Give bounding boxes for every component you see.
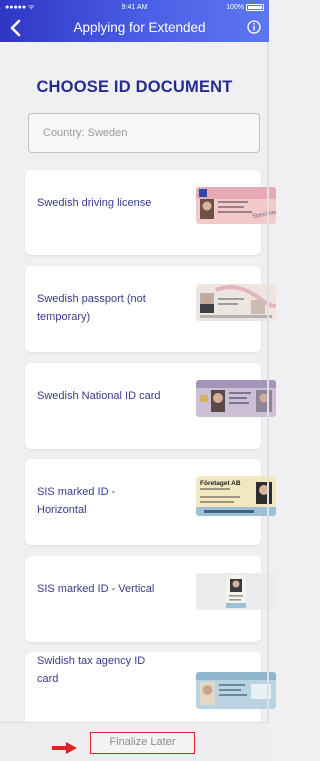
national-id-card-image xyxy=(196,380,276,417)
document-option-driving-license[interactable]: Swedish driving license Specimen xyxy=(25,170,276,255)
document-label: SIS marked ID - Horizontal xyxy=(37,486,116,516)
document-label: SIS marked ID - Vertical xyxy=(37,583,155,595)
document-label: Swedish passport (not temporary) xyxy=(37,293,146,323)
document-label: Swedish driving license xyxy=(37,197,152,209)
battery-indicator: 100% xyxy=(226,2,264,13)
document-option-tax-agency-id[interactable]: Swidish tax agency ID card xyxy=(25,652,276,722)
scroll-edge xyxy=(267,42,269,722)
svg-text:Företaget AB: Företaget AB xyxy=(200,480,241,487)
document-label: Swedish National ID card xyxy=(37,390,161,402)
document-option-sis-vertical[interactable]: SIS marked ID - Vertical xyxy=(25,556,276,642)
driving-license-card-image: Specimen xyxy=(196,187,276,224)
app-header: ●●●●● ᯤ 9:41 AM 100% Applying for Extend… xyxy=(0,0,269,42)
sis-vertical-id-image xyxy=(196,573,276,610)
info-icon[interactable] xyxy=(247,20,261,34)
passport-image xyxy=(196,284,276,321)
tax-agency-id-card-image xyxy=(196,672,276,709)
chevron-left-icon[interactable] xyxy=(8,19,24,37)
country-field[interactable]: Country: Sweden xyxy=(28,113,260,153)
battery-percent: 100% xyxy=(226,4,244,11)
nav-bar: Applying for Extended xyxy=(0,16,269,40)
finalize-later-button[interactable]: Finalize Later xyxy=(90,732,195,754)
document-option-national-id[interactable]: Swedish National ID card xyxy=(25,363,276,449)
document-option-sis-horizontal[interactable]: SIS marked ID - Horizontal Företaget AB xyxy=(25,459,276,545)
document-option-passport[interactable]: Swedish passport (not temporary) xyxy=(25,266,276,352)
arrow-right-icon xyxy=(52,742,77,754)
battery-icon xyxy=(246,4,264,11)
document-label: Swidish tax agency ID card xyxy=(37,655,146,685)
section-heading: CHOOSE ID DOCUMENT xyxy=(36,78,233,96)
sis-horizontal-id-image: Företaget AB xyxy=(196,476,276,516)
status-bar: ●●●●● ᯤ 9:41 AM 100% xyxy=(0,2,269,13)
page-title: Applying for Extended xyxy=(73,20,206,35)
